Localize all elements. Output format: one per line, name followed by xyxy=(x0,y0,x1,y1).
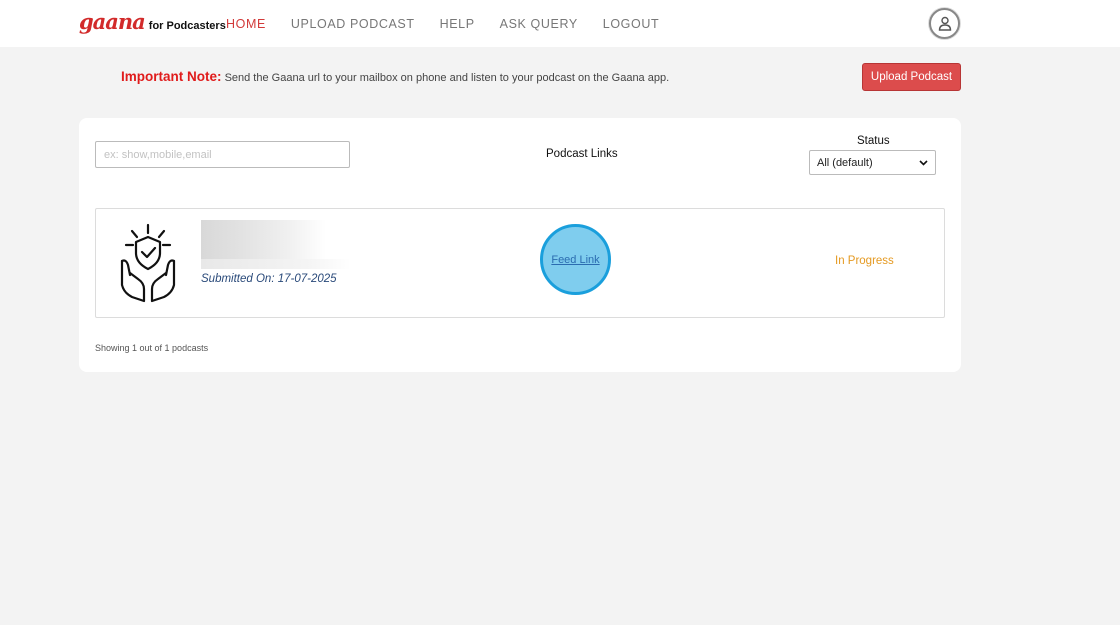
result-count: Showing 1 out of 1 podcasts xyxy=(95,343,209,353)
logo-subtitle: for Podcasters xyxy=(148,20,226,32)
podcast-links-header: Podcast Links xyxy=(546,148,618,160)
submitted-date: Submitted On: 17-07-2025 xyxy=(201,273,337,285)
search-input[interactable] xyxy=(95,141,350,168)
status-label: Status xyxy=(857,135,890,147)
feed-link[interactable]: Feed Link xyxy=(551,254,599,266)
important-note: Important Note: Send the Gaana url to yo… xyxy=(121,69,669,84)
nav-home[interactable]: HOME xyxy=(226,17,266,31)
status-badge: In Progress xyxy=(835,255,894,267)
upload-podcast-button[interactable]: Upload Podcast xyxy=(862,63,961,91)
nav-help[interactable]: HELP xyxy=(440,17,475,31)
main-nav: HOME UPLOAD PODCAST HELP ASK QUERY LOGOU… xyxy=(226,17,684,31)
user-avatar[interactable] xyxy=(929,8,960,39)
nav-logout[interactable]: LOGOUT xyxy=(603,17,659,31)
logo-wordmark: gaana xyxy=(79,9,146,34)
podcast-list-card: Podcast Links Status All (default) xyxy=(79,118,961,372)
nav-upload-podcast[interactable]: UPLOAD PODCAST xyxy=(291,17,415,31)
podcast-row: Submitted On: 17-07-2025 Feed Link In Pr… xyxy=(95,208,945,318)
important-note-label: Important Note: xyxy=(121,69,222,84)
gaana-logo[interactable]: gaana for Podcasters xyxy=(79,9,226,34)
nav-ask-query[interactable]: ASK QUERY xyxy=(500,17,578,31)
status-dropdown-value: All (default) xyxy=(817,156,873,169)
user-icon xyxy=(938,16,952,31)
important-note-text: Send the Gaana url to your mailbox on ph… xyxy=(224,72,670,84)
top-navbar: gaana for Podcasters HOME UPLOAD PODCAST… xyxy=(0,0,1120,47)
feed-link-highlight[interactable]: Feed Link xyxy=(540,224,611,295)
chevron-down-icon xyxy=(919,159,928,166)
status-dropdown[interactable]: All (default) xyxy=(809,150,936,175)
redacted-email xyxy=(201,259,351,269)
shield-hands-icon xyxy=(120,223,176,303)
